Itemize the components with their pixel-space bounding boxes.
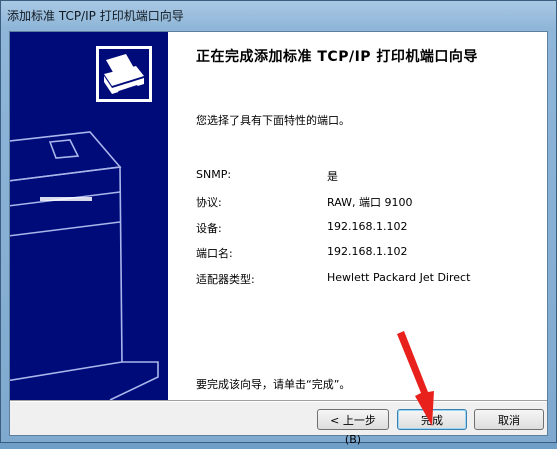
wizard-client-area: 正在完成添加标准 TCP/IP 打印机端口向导 您选择了具有下面特性的端口。 S…	[9, 31, 548, 446]
property-value: 192.168.1.102	[327, 245, 408, 258]
property-value: 192.168.1.102	[327, 220, 408, 233]
wizard-banner	[10, 32, 168, 400]
property-label: 协议:	[196, 196, 222, 209]
wizard-content: 正在完成添加标准 TCP/IP 打印机端口向导 您选择了具有下面特性的端口。 S…	[168, 32, 547, 400]
back-button[interactable]: < 上一步(B)	[317, 409, 389, 446]
divider	[10, 400, 547, 402]
finish-hint: 要完成该向导，请单击“完成”。	[196, 378, 351, 391]
finish-button[interactable]: 完成	[397, 409, 467, 430]
property-label: 设备:	[196, 222, 222, 235]
window-title: 添加标准 TCP/IP 打印机端口向导	[7, 9, 184, 23]
property-label: 适配器类型:	[196, 273, 255, 286]
title-bar[interactable]: 添加标准 TCP/IP 打印机端口向导	[1, 1, 556, 31]
wizard-heading: 正在完成添加标准 TCP/IP 打印机端口向导	[196, 49, 478, 65]
wizard-window: 添加标准 TCP/IP 打印机端口向导 正在完成添加标准 TCP/IP 打印机端…	[0, 0, 557, 446]
property-value: 是	[327, 170, 338, 183]
property-value: Hewlett Packard Jet Direct	[327, 271, 471, 284]
property-value: RAW, 端口 9100	[327, 196, 413, 209]
cancel-button[interactable]: 取消	[474, 409, 544, 430]
property-label: SNMP:	[196, 168, 232, 181]
printer-wizard-icon	[96, 46, 152, 102]
intro-text: 您选择了具有下面特性的端口。	[196, 114, 350, 127]
property-label: 端口名:	[196, 247, 233, 260]
